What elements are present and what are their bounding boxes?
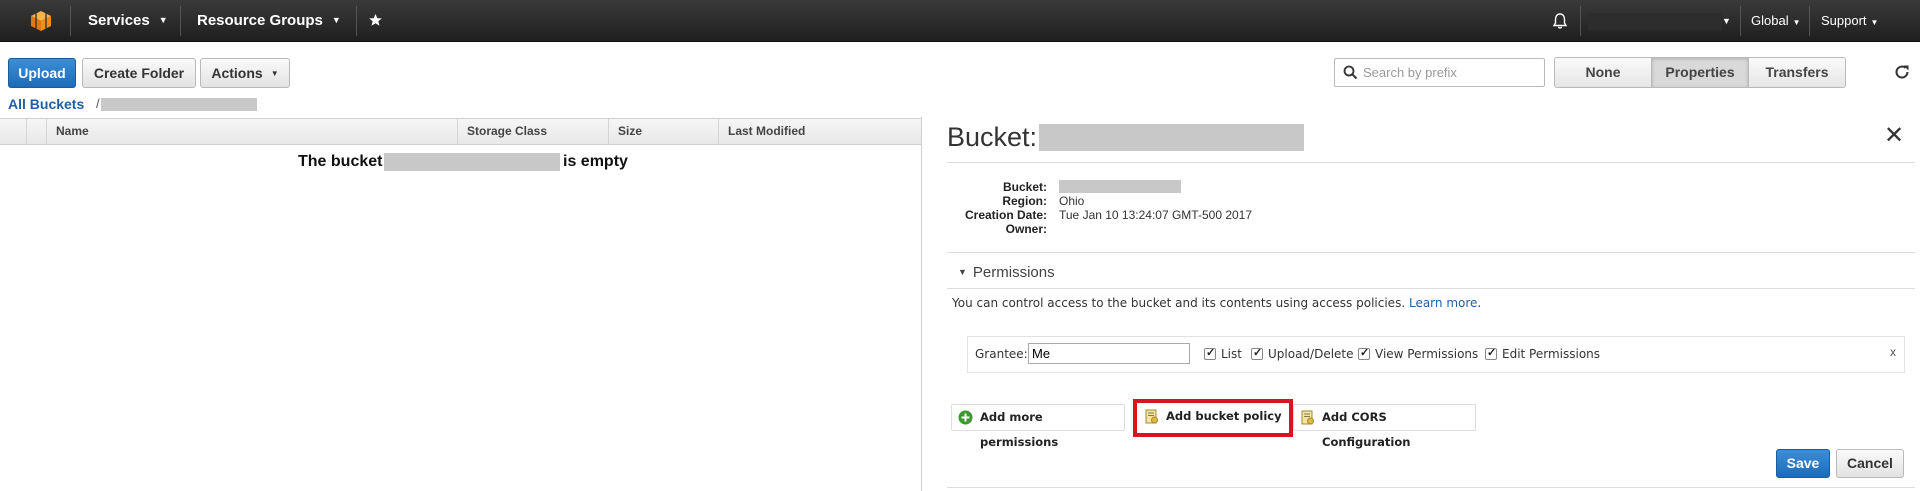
divider	[947, 252, 1915, 253]
account-menu[interactable]	[1588, 13, 1722, 30]
resource-groups-menu[interactable]: Resource Groups ▼	[197, 0, 341, 42]
add-more-permissions-label: Add more permissions	[980, 410, 1059, 449]
list-label: List	[1221, 347, 1242, 361]
search-box[interactable]	[1334, 58, 1545, 87]
top-nav: Services ▼ Resource Groups ▼ ▼ Global ▼ Sup…	[0, 0, 1920, 42]
column-name[interactable]: Name	[46, 119, 457, 144]
divider	[947, 288, 1915, 289]
region-value: Ohio	[1059, 194, 1085, 208]
creation-date-label: Creation Date:	[964, 208, 1047, 222]
column-storage-class[interactable]: Storage Class	[457, 119, 608, 144]
resource-groups-label: Resource Groups	[197, 12, 323, 29]
panel-bucket-name	[1039, 124, 1304, 151]
nav-divider	[180, 6, 181, 36]
search-icon	[1343, 65, 1358, 80]
nav-divider	[70, 6, 71, 36]
permissions-title: Permissions	[972, 264, 1055, 281]
refresh-icon[interactable]	[1893, 63, 1911, 81]
search-input[interactable]	[1363, 63, 1538, 82]
creation-date-value: Tue Jan 10 13:24:07 GMT-500 2017	[1059, 208, 1253, 222]
remove-grantee-button[interactable]: x	[1890, 345, 1896, 359]
view-properties-button[interactable]: Properties	[1651, 57, 1749, 88]
support-label: Support	[1821, 13, 1867, 28]
divider	[947, 162, 1915, 163]
permissions-description-text: You can control access to the bucket and…	[952, 296, 1406, 310]
empty-message-suffix: is empty	[563, 153, 628, 170]
upload-delete-checkbox[interactable]	[1251, 346, 1263, 360]
chevron-down-icon: ▼	[270, 69, 279, 78]
services-label: Services	[88, 12, 150, 29]
upload-delete-label: Upload/Delete	[1268, 347, 1354, 361]
add-cors-configuration-button[interactable]: Add CORS Configuration	[1293, 404, 1476, 449]
chevron-down-icon[interactable]: ▼	[1722, 0, 1731, 42]
breadcrumb-all-buckets[interactable]: All Buckets	[8, 96, 84, 112]
chevron-down-icon: ▼	[158, 15, 168, 25]
view-transfers-button[interactable]: Transfers	[1748, 57, 1846, 88]
bucket-value	[1059, 180, 1181, 193]
edit-permissions-label: Edit Permissions	[1502, 347, 1601, 361]
breadcrumb-separator: /	[96, 96, 100, 111]
aws-cube-icon[interactable]	[30, 10, 52, 32]
services-menu[interactable]: Services ▼	[88, 0, 168, 42]
grantee-row: Grantee: List Upload/Delete View Permiss…	[967, 336, 1905, 373]
list-checkbox[interactable]	[1204, 346, 1216, 360]
cancel-button[interactable]: Cancel	[1836, 449, 1904, 478]
permissions-section-toggle[interactable]: ▼ Permissions	[958, 264, 1055, 281]
column-last-modified[interactable]: Last Modified	[718, 119, 921, 144]
bell-icon[interactable]	[1551, 12, 1569, 30]
highlight-annotation	[1133, 399, 1293, 437]
object-table-header: Name Storage Class Size Last Modified	[0, 118, 921, 145]
view-permissions-label: View Permissions	[1375, 347, 1479, 361]
nav-divider	[1580, 6, 1581, 36]
support-menu[interactable]: Support ▼	[1821, 0, 1878, 42]
bucket-label: Bucket:	[1002, 180, 1047, 194]
region-menu[interactable]: Global ▼	[1751, 0, 1801, 42]
grantee-input[interactable]	[1028, 343, 1190, 364]
upload-button[interactable]: Upload	[8, 58, 76, 88]
learn-more-link[interactable]: Learn more	[1409, 296, 1477, 310]
chevron-down-icon: ▼	[1792, 18, 1801, 27]
add-more-permissions-button[interactable]: Add more permissions	[951, 404, 1125, 449]
nav-divider	[1809, 6, 1810, 36]
save-button[interactable]: Save	[1776, 449, 1830, 478]
permissions-description: You can control access to the bucket and…	[952, 296, 1482, 310]
type-column	[26, 119, 46, 144]
chevron-down-icon: ▼	[331, 15, 341, 25]
edit-permissions-checkbox[interactable]	[1485, 346, 1497, 360]
close-icon[interactable]: ✕	[1884, 124, 1904, 148]
region-label: Region:	[1002, 194, 1047, 208]
owner-label: Owner:	[1005, 222, 1047, 236]
cors-document-icon	[1301, 410, 1314, 425]
empty-message-prefix: The bucket	[298, 153, 383, 170]
view-none-button[interactable]: None	[1554, 57, 1652, 88]
caret-down-icon: ▼	[958, 267, 967, 277]
panel-title: Bucket:	[947, 122, 1038, 152]
grantee-label: Grantee:	[975, 347, 1028, 361]
view-permissions-checkbox[interactable]	[1358, 346, 1370, 360]
select-all-column[interactable]	[0, 119, 26, 144]
region-label: Global	[1751, 13, 1789, 28]
create-folder-button[interactable]: Create Folder	[82, 58, 196, 88]
empty-message-bucket-name	[384, 153, 560, 171]
pin-icon[interactable]	[368, 13, 383, 28]
panel-divider[interactable]	[921, 117, 922, 491]
actions-label: Actions	[211, 65, 263, 81]
divider	[947, 487, 1915, 488]
actions-dropdown[interactable]: Actions ▼	[200, 58, 290, 88]
nav-divider	[356, 6, 357, 36]
nav-divider	[1740, 6, 1741, 36]
plus-circle-icon	[958, 410, 973, 425]
column-size[interactable]: Size	[608, 119, 718, 144]
chevron-down-icon: ▼	[1870, 18, 1879, 27]
add-cors-configuration-label: Add CORS Configuration	[1322, 410, 1411, 449]
breadcrumb-bucket-name[interactable]	[101, 98, 257, 111]
